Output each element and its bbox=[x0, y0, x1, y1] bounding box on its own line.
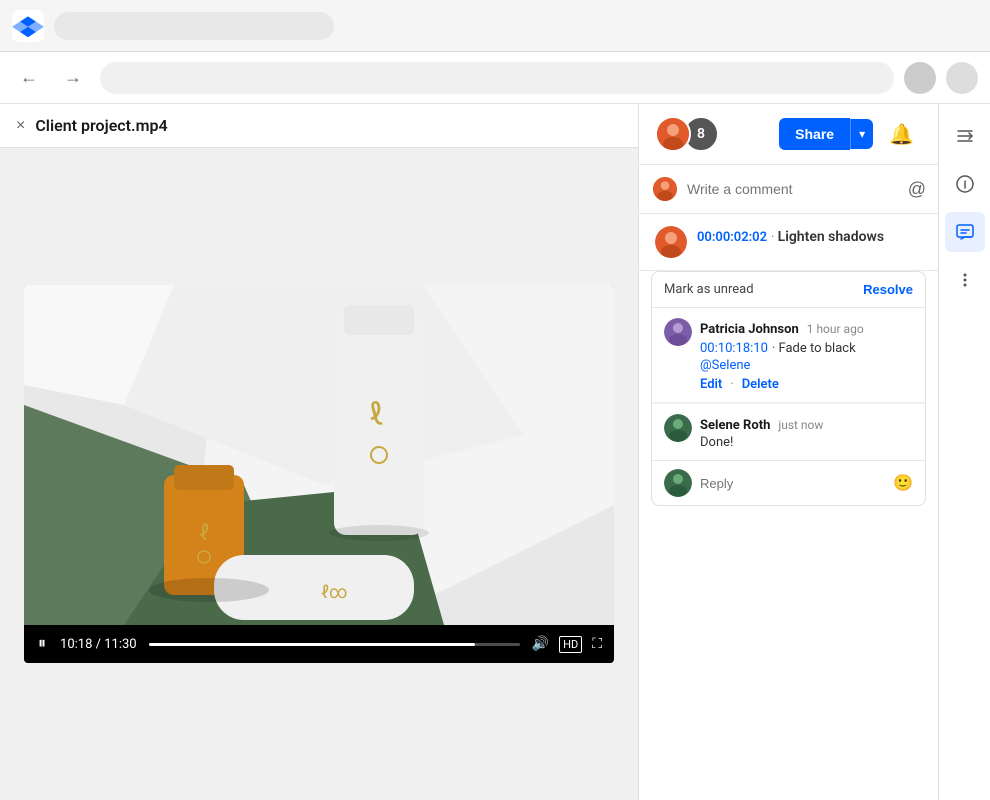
more-options-button[interactable] bbox=[945, 260, 985, 300]
action-separator: · bbox=[730, 377, 733, 392]
share-button[interactable]: Share bbox=[779, 118, 850, 150]
thread-actions: Edit · Delete bbox=[700, 377, 913, 392]
timestamp-comment: 00:00:02:02 · Lighten shadows bbox=[639, 214, 938, 271]
comments-button[interactable] bbox=[945, 212, 985, 252]
reply-time: just now bbox=[778, 418, 823, 432]
control-icons: 🔊 HD ⛶ bbox=[532, 636, 602, 653]
mark-unread-label: Mark as unread bbox=[664, 282, 754, 297]
progress-fill bbox=[149, 643, 476, 646]
reply-commenter-name: Selene Roth bbox=[700, 418, 770, 433]
dropbox-logo bbox=[12, 10, 44, 42]
edit-link[interactable]: Edit bbox=[700, 377, 722, 392]
share-button-group[interactable]: Share ▾ bbox=[779, 118, 873, 150]
comment-timestamp: 00:00:02:02 bbox=[697, 230, 767, 245]
time-display: 10:18 / 11:30 bbox=[60, 637, 137, 652]
svg-text:ℓ∞: ℓ∞ bbox=[320, 582, 347, 603]
video-container: ℓ ℓ ℓ∞ bbox=[0, 148, 638, 800]
nav-circle bbox=[946, 62, 978, 94]
close-button[interactable]: × bbox=[16, 117, 25, 135]
video-controls: ⏸ 10:18 / 11:30 🔊 HD ⛶ bbox=[24, 625, 614, 663]
browser-chrome bbox=[0, 0, 990, 52]
delete-link[interactable]: Delete bbox=[742, 377, 779, 392]
user-avatar bbox=[904, 62, 936, 94]
collapse-sidebar-button[interactable] bbox=[945, 116, 985, 156]
thread-comment-header: Patricia Johnson 1 hour ago 00:10:18:10 … bbox=[664, 318, 913, 392]
commenter-name: Patricia Johnson bbox=[700, 322, 799, 337]
video-title: Client project.mp4 bbox=[35, 116, 167, 135]
thread-header: Mark as unread Resolve bbox=[652, 272, 925, 308]
hd-badge[interactable]: HD bbox=[559, 636, 582, 653]
reply-body: Selene Roth just now Done! bbox=[700, 414, 823, 450]
back-button[interactable]: ← bbox=[12, 63, 46, 92]
avatar-group: 8 bbox=[655, 116, 719, 152]
more-icon bbox=[955, 270, 975, 290]
timestamp-commenter-avatar bbox=[655, 226, 687, 258]
share-dropdown-button[interactable]: ▾ bbox=[850, 119, 873, 149]
nav-bar: ← → bbox=[0, 52, 990, 104]
info-icon bbox=[955, 174, 975, 194]
address-bar bbox=[54, 12, 334, 40]
reply-input-avatar bbox=[664, 469, 692, 497]
emoji-button[interactable]: @ bbox=[908, 179, 926, 200]
comments-panel: 8 Share ▾ 🔔 @ bbox=[638, 104, 938, 800]
timestamp-comment-content: Lighten shadows bbox=[778, 229, 884, 245]
reply-input[interactable] bbox=[700, 476, 885, 491]
thread-main-comment: Patricia Johnson 1 hour ago 00:10:18:10 … bbox=[652, 308, 925, 403]
info-button[interactable] bbox=[945, 164, 985, 204]
comment-input[interactable] bbox=[687, 181, 900, 197]
video-frame: ℓ ℓ ℓ∞ bbox=[24, 285, 614, 625]
thread-timestamp: 00:10:18:10 bbox=[700, 341, 768, 356]
video-content: ℓ ℓ ℓ∞ bbox=[24, 285, 614, 625]
comment-input-area: @ bbox=[639, 165, 938, 214]
main-content: × Client project.mp4 bbox=[0, 104, 990, 800]
fullscreen-icon[interactable]: ⛶ bbox=[592, 636, 602, 652]
forward-button[interactable]: → bbox=[56, 63, 90, 92]
comment-time: 1 hour ago bbox=[807, 322, 864, 336]
comments-header: 8 Share ▾ 🔔 bbox=[639, 104, 938, 165]
thread-comment-body: Patricia Johnson 1 hour ago 00:10:18:10 … bbox=[700, 318, 913, 392]
svg-text:ℓ: ℓ bbox=[199, 521, 209, 546]
video-header: × Client project.mp4 bbox=[0, 104, 638, 148]
reply-text: Done! bbox=[700, 435, 823, 450]
timestamp-comment-text: 00:00:02:02 · Lighten shadows bbox=[697, 226, 922, 245]
thread-box: Mark as unread Resolve Patricia Johnson bbox=[651, 271, 926, 506]
reply-comment: Selene Roth just now Done! bbox=[652, 403, 925, 460]
thread-commenter-avatar bbox=[664, 318, 692, 346]
reply-avatar bbox=[664, 414, 692, 442]
mention-tag: @Selene bbox=[700, 358, 913, 373]
thread-reply-input: 🙂 bbox=[652, 460, 925, 505]
thread-comment-text: Fade to black bbox=[779, 341, 856, 356]
video-panel: × Client project.mp4 bbox=[0, 104, 638, 800]
volume-icon[interactable]: 🔊 bbox=[532, 636, 549, 652]
progress-bar[interactable] bbox=[149, 643, 520, 646]
comments-icon bbox=[955, 222, 975, 242]
play-pause-button[interactable]: ⏸ bbox=[36, 633, 48, 655]
avatar-primary bbox=[655, 116, 691, 152]
right-sidebar bbox=[938, 104, 990, 800]
collapse-icon bbox=[955, 126, 975, 146]
timestamp-separator: · bbox=[771, 230, 778, 245]
url-input[interactable] bbox=[100, 62, 894, 94]
commenter-avatar-small bbox=[651, 175, 679, 203]
video-wrapper: ℓ ℓ ℓ∞ bbox=[24, 285, 614, 663]
notification-bell-button[interactable]: 🔔 bbox=[881, 118, 922, 151]
resolve-button[interactable]: Resolve bbox=[863, 282, 913, 297]
reply-emoji-button[interactable]: 🙂 bbox=[893, 473, 913, 493]
